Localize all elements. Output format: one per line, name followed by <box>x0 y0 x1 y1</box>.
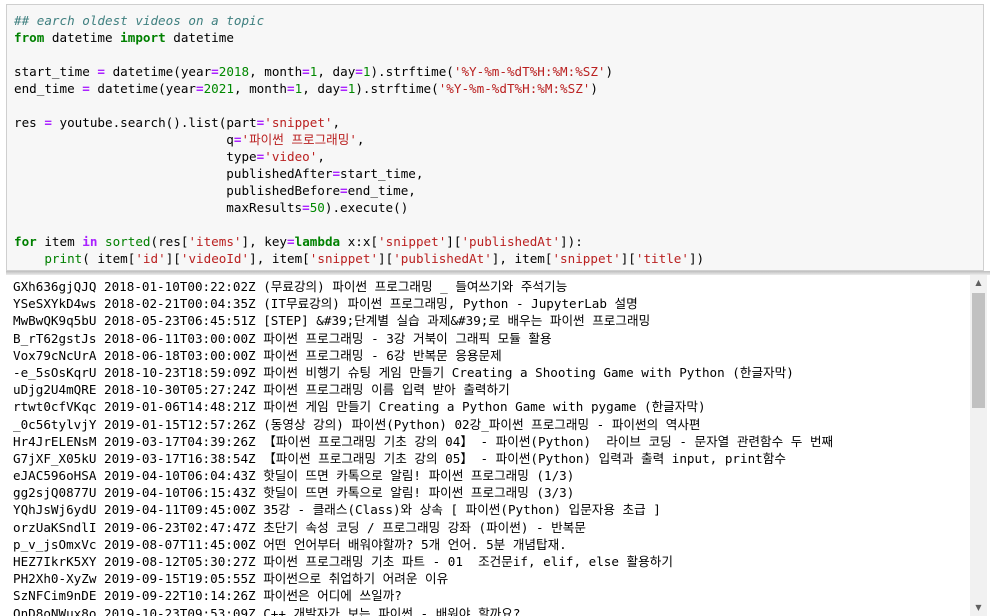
output-line: YQhJsWj6ydU 2019-04-11T09:45:00Z 35강 - 클… <box>13 502 661 518</box>
scroll-up-arrow-icon[interactable]: ▲ <box>970 275 987 291</box>
code-line: maxResults=50).execute() <box>14 200 409 215</box>
output-line: -e_5sOsKqrU 2018-10-23T18:59:09Z 파이썬 비행기… <box>13 364 794 380</box>
output-line: G7jXF_X05kU 2019-03-17T16:38:54Z 【파이썬 프로… <box>13 450 786 466</box>
code-line: publishedBefore=end_time, <box>14 183 416 198</box>
code-line: publishedAfter=start_time, <box>14 166 424 181</box>
code-line: from datetime import datetime <box>14 30 234 45</box>
code-line: print( item['id']['videoId'], item['snip… <box>44 251 705 266</box>
output-line: orzUaKSndlI 2019-06-23T02:47:47Z 초단기 속성 … <box>13 519 586 535</box>
output-line: PH2Xh0-XyZw 2019-09-15T19:05:55Z 파이썬으로 취… <box>13 571 449 587</box>
output-line: gg2sjQ0877U 2019-04-10T06:15:43Z 핫딜이 뜨면 … <box>13 485 575 501</box>
code-line: q='파이썬 프로그래밍', <box>14 132 365 147</box>
code-line: res = youtube.search().list(part='snippe… <box>14 115 341 130</box>
code-line: end_time = datetime(year=2021, month=1, … <box>14 81 598 96</box>
output-line: GXh636gjQJQ 2018-01-10T00:22:02Z (무료강의) … <box>13 279 568 294</box>
output-line: MwBwQK9q5bU 2018-05-23T06:45:51Z [STEP] … <box>13 313 651 329</box>
output-line: HEZ7IkrK5XY 2019-08-12T05:30:27Z 파이썬 프로그… <box>13 554 673 569</box>
code-line: start_time = datetime(year=2018, month=1… <box>14 64 614 79</box>
output-line: p_v_jsOmxVc 2019-08-07T11:45:00Z 어떤 언어부터… <box>13 536 567 552</box>
code-line: type='video', <box>14 149 325 164</box>
output-line: B_rT62gstJs 2018-06-11T03:00:00Z 파이썬 프로그… <box>13 330 552 346</box>
code-line: for item in sorted(res['items'], key=lam… <box>14 234 583 249</box>
output-line: uDjg2U4mQRE 2018-10-30T05:27:24Z 파이썬 프로그… <box>13 382 510 398</box>
output-area: GXh636gjQJQ 2018-01-10T00:22:02Z (무료강의) … <box>6 275 970 616</box>
output-line: _0c56tylvjY 2019-01-15T12:57:26Z (동영상 강의… <box>13 416 701 432</box>
scroll-down-arrow-icon[interactable]: ▼ <box>970 600 987 616</box>
output-line: YSeSXYkD4ws 2018-02-21T00:04:35Z (IT무료강의… <box>13 296 638 312</box>
code-cell[interactable]: ## earch oldest videos on a topic from d… <box>6 4 984 271</box>
output-line: Hr4JrELENsM 2019-03-17T04:39:26Z 【파이썬 프로… <box>13 433 834 449</box>
output-line: SzNFCim9nDE 2019-09-22T10:14:26Z 파이썬은 어디… <box>13 588 402 604</box>
output-line: Vox79cNcUrA 2018-06-18T03:00:00Z 파이썬 프로그… <box>13 347 502 363</box>
output-scrollbar[interactable]: ▲ ▼ <box>970 275 987 616</box>
output-line: OnD8oNWux8o 2019-10-23T09:53:09Z C++ 개발자… <box>13 605 521 616</box>
output-line: eJAC596oHSA 2019-04-10T06:04:43Z 핫딜이 뜨면 … <box>13 468 575 484</box>
code-line: ## earch oldest videos on a topic <box>14 13 265 28</box>
output-line: rtwt0cfVKqc 2019-01-06T14:48:21Z 파이썬 게임 … <box>13 399 706 415</box>
scroll-thumb[interactable] <box>972 293 985 408</box>
